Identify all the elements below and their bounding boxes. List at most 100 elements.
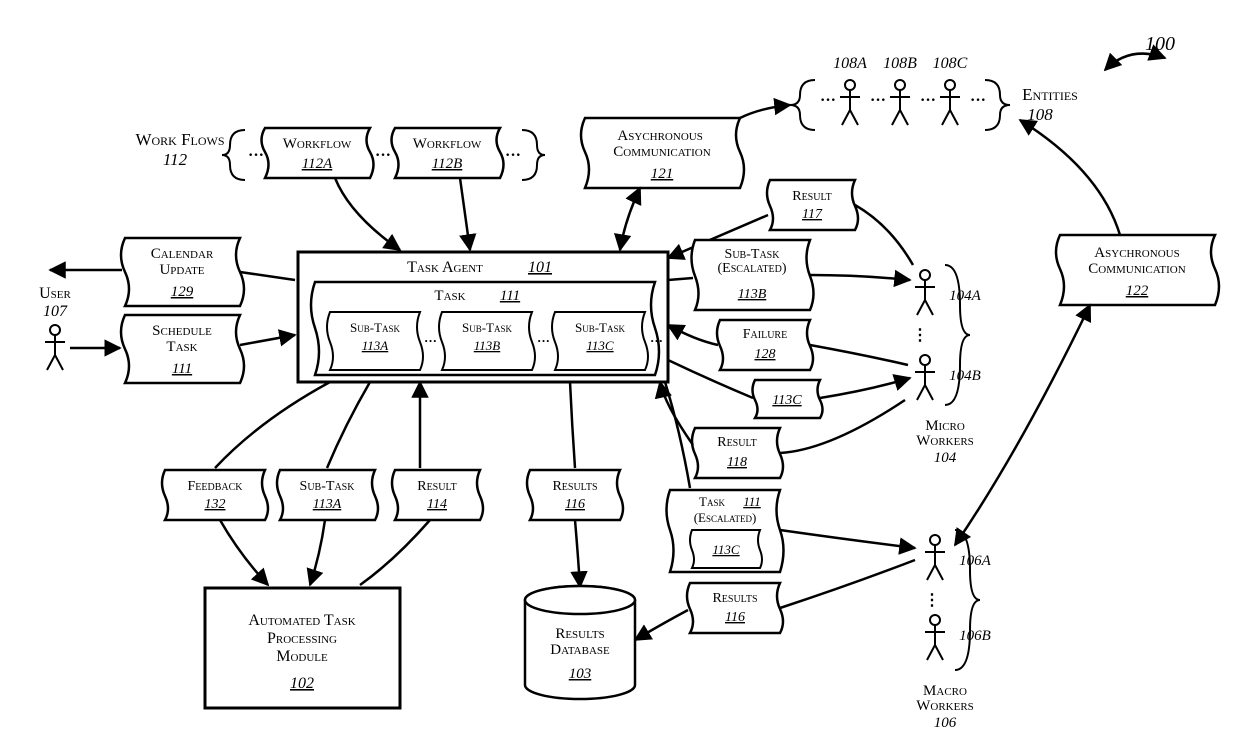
workflow-112a: Workflow 112A	[262, 128, 374, 178]
arrow-schedule-agent	[240, 335, 295, 345]
async-comm-122: AsychronousCommunication 122	[1056, 235, 1219, 305]
svg-text:···: ···	[537, 333, 550, 348]
entities-label: Entities	[1022, 85, 1078, 104]
arrow-results116b-db	[635, 610, 688, 640]
macro-workers-num: 106	[934, 715, 957, 731]
user-icon	[45, 325, 65, 370]
micro-worker-b-label: 104B	[949, 368, 981, 384]
svg-text:···: ···	[870, 92, 886, 109]
line-results116b-macro	[780, 560, 915, 608]
svg-text:Result: Result	[717, 435, 757, 450]
svg-text:117: 117	[802, 207, 823, 222]
svg-text:Sub-Task(Escalated): Sub-Task(Escalated)	[718, 247, 787, 276]
subtask-113b-inner: Sub-Task 113B	[439, 312, 535, 370]
line-agent-escalated	[668, 278, 693, 280]
arrow-workflow-a-agent	[335, 178, 400, 250]
svg-text:MacroWorkers: MacroWorkers	[916, 683, 974, 714]
arrow-113c-worker	[820, 378, 910, 398]
arrow-taskesc-macro	[780, 530, 915, 548]
svg-text:⋮: ⋮	[924, 592, 940, 609]
svg-text:Workflow: Workflow	[283, 136, 352, 152]
svg-text:···: ···	[970, 92, 986, 109]
entity-108c-icon	[940, 80, 960, 125]
results-116b: Results 116	[687, 583, 783, 633]
arrow-feedback-module	[220, 520, 268, 585]
line-agent-subtask113a	[327, 382, 370, 468]
svg-text:···: ···	[650, 333, 663, 348]
subtask-113c-inner: Sub-Task 113C	[552, 312, 648, 370]
micro-worker-b-icon	[915, 355, 935, 400]
arrow-results116a-db	[575, 520, 580, 587]
svg-text:Result: Result	[792, 189, 832, 204]
svg-text:103: 103	[569, 666, 592, 682]
macro-workers-group: 106A ⋮ 106B MacroWorkers 106	[916, 530, 991, 731]
svg-text:Task: Task	[434, 288, 465, 304]
entity-108c-label: 108C	[933, 55, 968, 72]
svg-text:113C: 113C	[772, 393, 802, 408]
line-result114-module	[360, 520, 430, 585]
svg-text:Asychronous Communication: Asychronous Communication	[613, 128, 710, 160]
entity-108b-label: 108B	[883, 55, 917, 72]
svg-text:113B: 113B	[474, 338, 501, 353]
workflow-112b: Workflow 112B	[392, 128, 504, 178]
subtask-113a-out: Sub-Task 113A	[277, 470, 378, 520]
svg-text:102: 102	[290, 675, 314, 692]
svg-text:111: 111	[743, 494, 761, 509]
svg-text:118: 118	[727, 455, 747, 470]
svg-text:Failure: Failure	[743, 327, 787, 342]
arrow-result118-agent	[660, 382, 693, 445]
svg-text:Task Agent: Task Agent	[407, 259, 483, 276]
workflows-label: Work Flows	[135, 130, 224, 149]
arrow-failure-agent	[668, 325, 718, 345]
svg-text:132: 132	[205, 497, 226, 512]
svg-text:116: 116	[565, 497, 585, 512]
svg-text:Feedback: Feedback	[187, 479, 243, 494]
macro-worker-b-label: 106B	[959, 628, 991, 644]
entity-108a-label: 108A	[833, 55, 867, 72]
macro-worker-a-label: 106A	[959, 553, 992, 569]
results-116a: Results 116	[527, 470, 623, 520]
arrow-async1-agent	[620, 188, 640, 250]
failure-128: Failure 128	[717, 320, 813, 370]
svg-text:···: ···	[248, 147, 264, 164]
micro-workers-group: 104A ⋮ 104B MicroWorkers 104	[912, 265, 982, 466]
svg-text:112A: 112A	[302, 156, 333, 172]
line-agent-results116a	[570, 382, 575, 468]
line-failure-worker	[810, 345, 908, 365]
svg-text:AsychronousCommunication: AsychronousCommunication	[1088, 245, 1185, 277]
subtask-113a-inner: Sub-Task 113A	[327, 312, 423, 370]
svg-text:MicroWorkers: MicroWorkers	[916, 418, 974, 449]
automated-module: Automated TaskProcessingModule 102	[205, 588, 400, 708]
svg-text:CalendarUpdate: CalendarUpdate	[151, 246, 214, 278]
svg-text:Sub-Task: Sub-Task	[575, 320, 626, 335]
svg-text:113B: 113B	[738, 287, 767, 302]
svg-text:128: 128	[755, 347, 776, 362]
result-118: Result 118	[692, 428, 783, 478]
svg-text:111: 111	[500, 288, 520, 304]
result-114: Result 114	[392, 470, 483, 520]
svg-text:Results: Results	[712, 591, 757, 606]
macro-worker-a-icon	[925, 535, 945, 580]
results-database: ResultsDatabase 103	[525, 586, 635, 699]
svg-text:113C: 113C	[586, 338, 614, 353]
svg-text:113C: 113C	[712, 542, 740, 557]
line-calendar-agent	[240, 272, 295, 280]
bare-113c: 113C	[753, 380, 823, 418]
line-result117-worker	[855, 205, 913, 265]
svg-text:···: ···	[920, 92, 936, 109]
svg-text:113A: 113A	[313, 497, 342, 512]
svg-text:ResultsDatabase: ResultsDatabase	[550, 626, 610, 658]
feedback-132: Feedback 132	[162, 470, 268, 520]
svg-text:(Escalated): (Escalated)	[694, 510, 757, 525]
arrow-escalated-worker	[810, 275, 910, 280]
task-agent: Task Agent 101 Task 111 Sub-Task 113A ··…	[298, 252, 668, 382]
arrow-async2-macro	[955, 305, 1090, 545]
svg-text:Results: Results	[552, 479, 597, 494]
svg-text:···: ···	[424, 333, 437, 348]
entities-group: ··· ··· ··· ··· 108A 108B 108C Entities …	[790, 55, 1078, 130]
workflows-num: 112	[163, 150, 188, 169]
svg-text:⋮: ⋮	[912, 327, 928, 344]
svg-text:121: 121	[651, 166, 674, 182]
svg-text:Workflow: Workflow	[413, 136, 482, 152]
svg-text:113A: 113A	[362, 338, 389, 353]
